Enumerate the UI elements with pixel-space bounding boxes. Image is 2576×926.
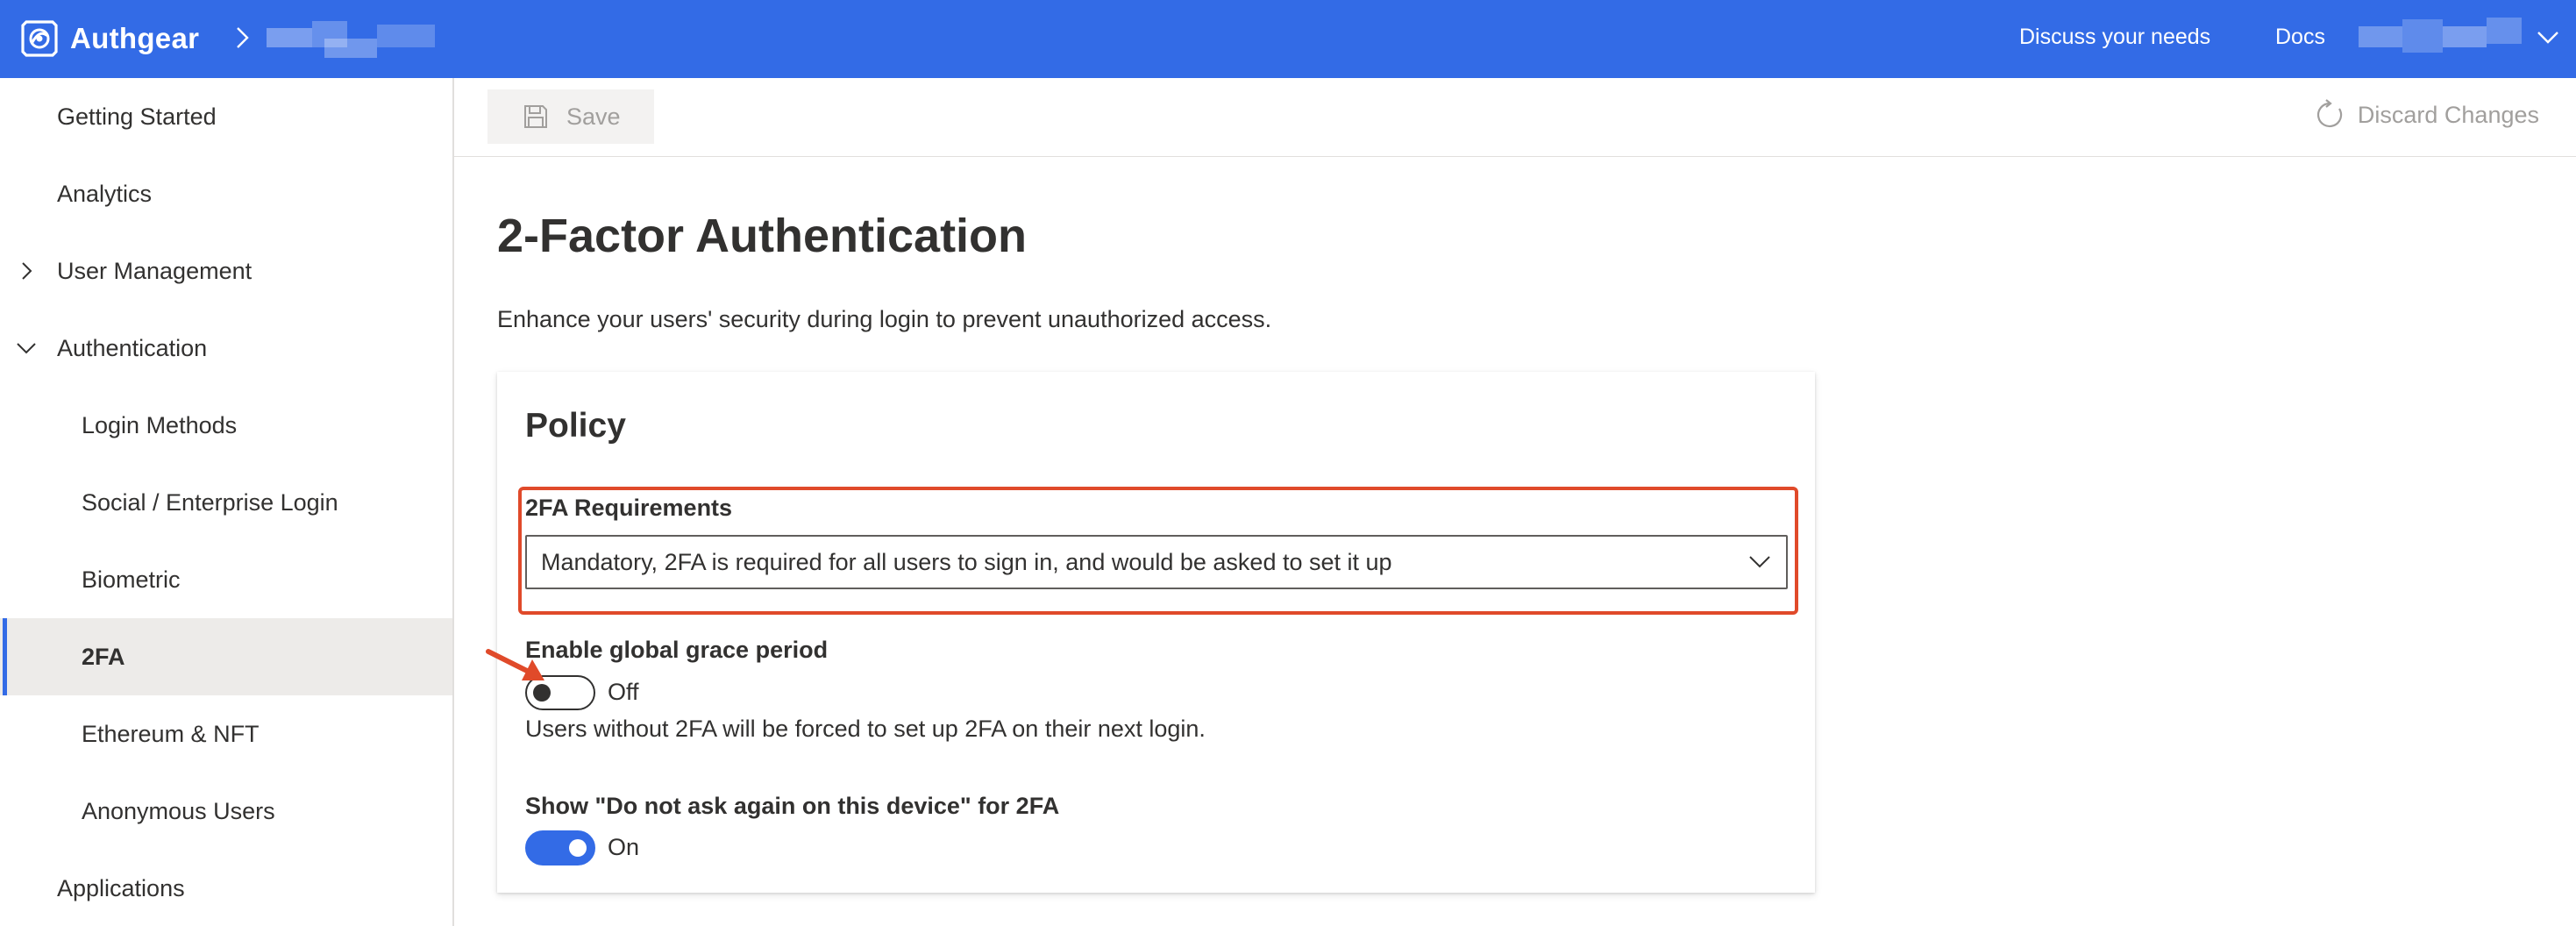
page-title: 2-Factor Authentication [497,210,1028,262]
page-description: Enhance your users' security during logi… [497,306,1272,332]
authgear-logo-icon [21,20,58,57]
chevron-down-icon [1749,556,1770,568]
chevron-down-icon [17,343,36,354]
dont-ask-again-toggle[interactable] [525,830,595,865]
save-button[interactable]: Save [487,89,654,144]
sidebar-item-label: Authentication [57,334,208,361]
requirements-dropdown[interactable]: Mandatory, 2FA is required for all users… [525,535,1788,589]
account-chevron-down-icon[interactable] [2536,28,2560,47]
sidebar-item-label: Social / Enterprise Login [82,488,338,516]
dont-ask-again-label: Show "Do not ask again on this device" f… [525,793,1060,819]
policy-title: Policy [525,407,626,445]
sidebar-item-applications[interactable]: Applications [0,850,452,926]
command-bar: Save Discard Changes [454,78,2576,157]
sidebar-item-label: Applications [57,874,185,901]
sidebar-item-label: Anonymous Users [82,797,275,824]
sidebar-item-label: Getting Started [57,103,217,130]
sidebar-item-getting-started[interactable]: Getting Started [0,78,452,155]
sidebar-item-social-enterprise-login[interactable]: Social / Enterprise Login [0,464,452,541]
annotation-arrow-icon [486,649,544,680]
save-button-label: Save [566,103,621,130]
grace-period-label: Enable global grace period [525,637,829,663]
sidebar-item-label: Ethereum & NFT [82,720,260,747]
chevron-right-icon [22,262,32,280]
sidebar-item-label: Biometric [82,566,181,593]
sidebar-item-anonymous-users[interactable]: Anonymous Users [0,773,452,850]
top-bar: Authgear Discuss your needs Docs [0,0,2576,78]
sidebar-item-analytics[interactable]: Analytics [0,155,452,232]
brand[interactable]: Authgear [19,16,199,61]
discuss-needs-link[interactable]: Discuss your needs [2019,25,2210,50]
save-icon [524,105,547,128]
sidebar-item-label: Login Methods [82,411,238,438]
requirements-label: 2FA Requirements [525,495,733,521]
grace-period-state: Off [608,679,639,705]
sidebar-item-biometric[interactable]: Biometric [0,541,452,618]
sidebar-item-login-methods[interactable]: Login Methods [0,387,452,464]
grace-period-hint: Users without 2FA will be forced to set … [525,716,1206,742]
refresh-icon [2316,99,2342,128]
sidebar-item-authentication[interactable]: Authentication [0,310,452,387]
brand-name: Authgear [70,22,200,54]
toggle-knob [569,839,587,857]
sidebar-item-label: Analytics [57,180,153,207]
docs-link[interactable]: Docs [2275,25,2325,50]
sidebar-item-ethereum-nft[interactable]: Ethereum & NFT [0,695,452,773]
sidebar-item-label: User Management [57,257,253,284]
sidebar-item-2fa[interactable]: 2FA [0,618,452,695]
toggle-knob [533,684,551,702]
sidebar-item-label: 2FA [82,643,125,670]
discard-changes-button[interactable]: Discard Changes [2314,99,2539,131]
policy-card: Policy 2FA Requirements Mandatory, 2FA i… [497,372,1815,893]
breadcrumb-chevron-icon [237,27,249,48]
discard-changes-label: Discard Changes [2357,101,2539,128]
sidebar: Getting Started Analytics User Managemen… [0,78,454,926]
sidebar-item-user-management[interactable]: User Management [0,232,452,310]
dont-ask-again-state: On [608,834,640,860]
requirements-dropdown-value: Mandatory, 2FA is required for all users… [541,548,1392,575]
